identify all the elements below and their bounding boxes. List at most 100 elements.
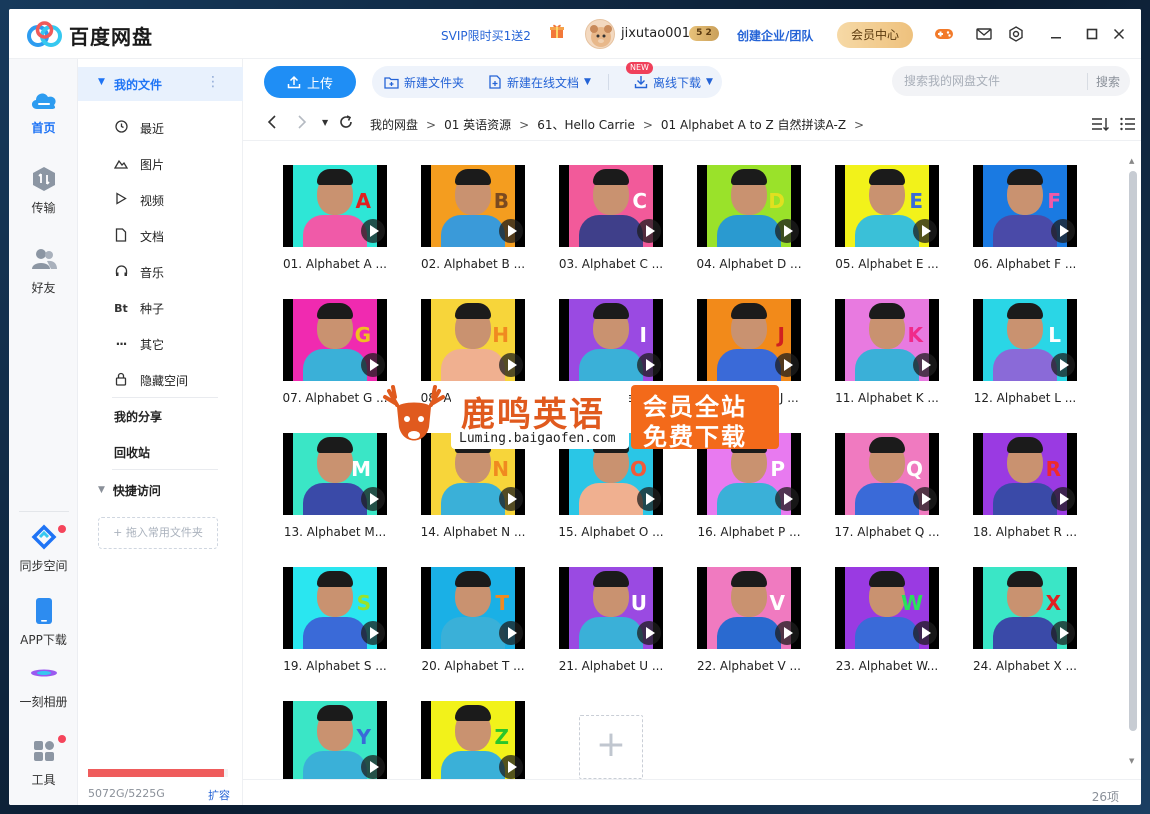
rail-item-sync-space[interactable]: 同步空间 xyxy=(9,521,78,574)
video-thumbnail[interactable]: S xyxy=(283,567,387,649)
play-icon[interactable] xyxy=(499,487,523,511)
offline-download-button[interactable]: 离线下载 ▼ xyxy=(634,66,713,98)
play-icon[interactable] xyxy=(913,621,937,645)
file-tile[interactable]: Y xyxy=(253,687,391,779)
scrollbar[interactable]: ▲ ▼ xyxy=(1127,157,1137,765)
file-tile[interactable]: V 22. Alphabet V ... xyxy=(667,553,805,683)
play-icon[interactable] xyxy=(637,353,661,377)
file-tile[interactable]: A 01. Alphabet A ... xyxy=(253,151,391,281)
play-icon[interactable] xyxy=(499,755,523,779)
list-view-icon[interactable] xyxy=(1119,116,1137,132)
game-controller-icon[interactable] xyxy=(933,23,955,45)
sort-icon[interactable] xyxy=(1091,116,1109,132)
sidebar-item-recent[interactable]: 最近 xyxy=(78,113,243,143)
sidebar-item-recycle-bin[interactable]: 回收站 xyxy=(78,437,243,467)
video-thumbnail[interactable]: W xyxy=(835,567,939,649)
video-thumbnail[interactable]: D xyxy=(697,165,801,247)
video-thumbnail[interactable]: Q xyxy=(835,433,939,515)
sidebar-item-others[interactable]: ··· 其它 xyxy=(78,329,243,359)
file-tile[interactable]: L 12. Alphabet L ... xyxy=(943,285,1081,415)
back-arrow-icon[interactable] xyxy=(267,115,277,133)
play-icon[interactable] xyxy=(499,353,523,377)
rail-item-app-download[interactable]: APP下载 xyxy=(9,595,78,648)
file-tile[interactable]: W 23. Alphabet W... xyxy=(805,553,943,683)
video-thumbnail[interactable]: V xyxy=(697,567,801,649)
play-icon[interactable] xyxy=(637,219,661,243)
file-tile[interactable]: Q 17. Alphabet Q ... xyxy=(805,419,943,549)
video-thumbnail[interactable]: U xyxy=(559,567,663,649)
file-tile[interactable]: R 18. Alphabet R ... xyxy=(943,419,1081,549)
more-options-icon[interactable]: ⋮ xyxy=(206,74,220,90)
video-thumbnail[interactable]: T xyxy=(421,567,525,649)
file-tile[interactable]: S 19. Alphabet S ... xyxy=(253,553,391,683)
rail-item-transfer[interactable]: 传输 xyxy=(9,163,78,216)
play-icon[interactable] xyxy=(1051,621,1075,645)
play-icon[interactable] xyxy=(637,621,661,645)
file-tile[interactable]: C 03. Alphabet C ... xyxy=(529,151,667,281)
play-icon[interactable] xyxy=(775,487,799,511)
user-avatar[interactable] xyxy=(585,19,615,49)
file-tile[interactable]: X 24. Alphabet X ... xyxy=(943,553,1081,683)
svip-promo-link[interactable]: SVIP限时买1送2 xyxy=(441,27,531,44)
expand-storage-link[interactable]: 扩容 xyxy=(208,787,230,803)
sidebar-item-videos[interactable]: 视频 xyxy=(78,185,243,215)
sidebar-item-quick-access[interactable]: ▼ 快捷访问 xyxy=(78,475,243,505)
file-tile[interactable]: F 06. Alphabet F ... xyxy=(943,151,1081,281)
upload-button[interactable]: 上传 xyxy=(264,66,356,98)
new-online-doc-button[interactable]: 新建在线文档 ▼ xyxy=(488,66,591,98)
member-center-button[interactable]: 会员中心 xyxy=(837,22,913,48)
video-thumbnail[interactable]: H xyxy=(421,299,525,381)
gift-icon[interactable] xyxy=(549,23,565,39)
video-thumbnail[interactable]: F xyxy=(973,165,1077,247)
file-tile[interactable]: U 21. Alphabet U ... xyxy=(529,553,667,683)
play-icon[interactable] xyxy=(775,219,799,243)
rail-item-friends[interactable]: 好友 xyxy=(9,243,78,296)
forward-arrow-icon[interactable] xyxy=(297,115,307,133)
file-tile[interactable]: D 04. Alphabet D ... xyxy=(667,151,805,281)
refresh-icon[interactable] xyxy=(339,115,353,133)
video-thumbnail[interactable]: A xyxy=(283,165,387,247)
video-thumbnail[interactable]: J xyxy=(697,299,801,381)
file-tile[interactable]: K 11. Alphabet K ... xyxy=(805,285,943,415)
search-input[interactable] xyxy=(892,66,1092,96)
scroll-down-arrow-icon[interactable]: ▼ xyxy=(1129,757,1134,765)
username[interactable]: jixutao001 xyxy=(621,26,690,41)
play-icon[interactable] xyxy=(775,353,799,377)
mail-icon[interactable] xyxy=(973,23,995,45)
sidebar-item-torrents[interactable]: Bt 种子 xyxy=(78,293,243,323)
close-icon[interactable] xyxy=(1108,23,1130,45)
add-file-tile[interactable]: + xyxy=(579,715,643,779)
play-icon[interactable] xyxy=(361,353,385,377)
play-icon[interactable] xyxy=(1051,487,1075,511)
search-button[interactable]: 搜索 xyxy=(1086,73,1120,90)
scroll-up-arrow-icon[interactable]: ▲ xyxy=(1129,157,1134,165)
play-icon[interactable] xyxy=(1051,353,1075,377)
sidebar-item-music[interactable]: 音乐 xyxy=(78,257,243,287)
new-folder-button[interactable]: 新建文件夹 xyxy=(384,66,464,98)
rail-item-home[interactable]: 首页 xyxy=(9,83,78,136)
file-tile[interactable]: E 05. Alphabet E ... xyxy=(805,151,943,281)
collapse-caret-icon[interactable]: ▼ xyxy=(98,77,105,87)
breadcrumb-item[interactable]: 01 Alphabet A to Z 自然拼读A-Z xyxy=(661,118,846,132)
file-tile[interactable]: T 20. Alphabet T ... xyxy=(391,553,529,683)
drop-folder-zone[interactable]: + 拖入常用文件夹 xyxy=(98,517,218,549)
video-thumbnail[interactable]: Z xyxy=(421,701,525,779)
breadcrumb-item[interactable]: 01 英语资源 xyxy=(444,118,511,132)
play-icon[interactable] xyxy=(361,219,385,243)
video-thumbnail[interactable]: X xyxy=(973,567,1077,649)
video-thumbnail[interactable]: E xyxy=(835,165,939,247)
sidebar-item-my-files[interactable]: ▼ 我的文件 ⋮ xyxy=(78,67,243,101)
play-icon[interactable] xyxy=(361,487,385,511)
breadcrumb-item[interactable]: 61、Hello Carrie xyxy=(537,118,635,132)
video-thumbnail[interactable]: R xyxy=(973,433,1077,515)
maximize-icon[interactable] xyxy=(1081,23,1103,45)
rail-item-moment-album[interactable]: 一刻相册 xyxy=(9,657,78,710)
rail-item-tools[interactable]: 工具 xyxy=(9,735,78,788)
video-thumbnail[interactable]: C xyxy=(559,165,663,247)
play-icon[interactable] xyxy=(361,755,385,779)
history-dropdown-icon[interactable]: ▼ xyxy=(322,118,328,127)
video-thumbnail[interactable]: K xyxy=(835,299,939,381)
play-icon[interactable] xyxy=(637,487,661,511)
play-icon[interactable] xyxy=(499,219,523,243)
sidebar-item-my-share[interactable]: 我的分享 xyxy=(78,401,243,431)
